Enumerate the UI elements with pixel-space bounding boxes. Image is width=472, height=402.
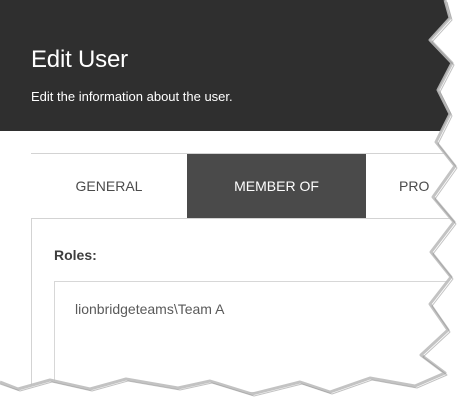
roles-label: Roles: [54, 247, 97, 263]
roles-list[interactable] [54, 281, 455, 393]
edit-user-dialog: Edit User Edit the information about the… [0, 0, 455, 394]
tab-bar: GENERAL MEMBER OF PRO [31, 154, 455, 219]
dialog-screenshot: Edit User Edit the information about the… [0, 0, 472, 402]
dialog-title: Edit User [31, 46, 128, 73]
tab-profile[interactable]: PRO [366, 154, 455, 218]
dialog-subtitle: Edit the information about the user. [31, 89, 233, 104]
dialog-header: Edit User Edit the information about the… [0, 0, 455, 131]
tab-general[interactable]: GENERAL [31, 154, 187, 218]
tab-member-of[interactable]: MEMBER OF [187, 154, 366, 218]
role-list-item[interactable]: lionbridgeteams\Team A [75, 301, 224, 317]
